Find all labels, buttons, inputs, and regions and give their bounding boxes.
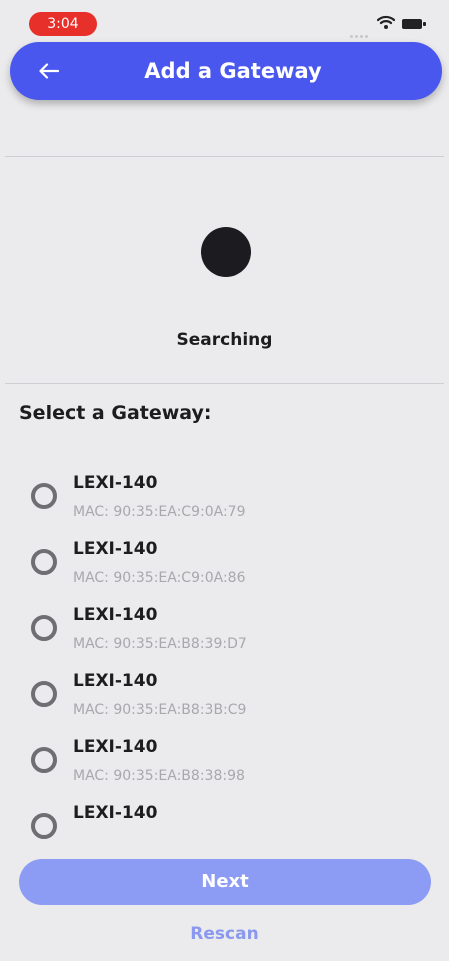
divider — [5, 383, 444, 384]
gateway-list-item[interactable]: LEXI-140 — [0, 794, 449, 842]
radio-button[interactable] — [31, 483, 57, 509]
status-bar: 3:04 — [0, 0, 449, 40]
gateway-name: LEXI-140 — [73, 473, 158, 493]
wifi-icon — [377, 15, 395, 29]
status-time: 3:04 — [29, 12, 97, 36]
radio-button[interactable] — [31, 813, 57, 839]
rescan-button[interactable]: Rescan — [0, 924, 449, 944]
gateway-name: LEXI-140 — [73, 671, 158, 691]
add-gateway-screen: 3:04 Add a Gateway Searching Select a Ga… — [0, 0, 449, 961]
next-button[interactable]: Next — [19, 859, 431, 905]
battery-icon — [402, 19, 428, 30]
gateway-mac: MAC: 90:35:EA:B8:39:D7 — [73, 636, 247, 652]
gateway-name: LEXI-140 — [73, 605, 158, 625]
gateway-list-item[interactable]: LEXI-140 MAC: 90:35:EA:B8:3B:C9 — [0, 662, 449, 728]
cellular-signal-icon — [350, 23, 372, 38]
radio-button[interactable] — [31, 549, 57, 575]
radio-button[interactable] — [31, 615, 57, 641]
gateway-mac: MAC: 90:35:EA:C9:0A:86 — [73, 570, 246, 586]
gateway-name: LEXI-140 — [73, 803, 158, 823]
section-title: Select a Gateway: — [19, 402, 212, 424]
gateway-list-item[interactable]: LEXI-140 MAC: 90:35:EA:C9:0A:79 — [0, 464, 449, 530]
gateway-name: LEXI-140 — [73, 539, 158, 559]
gateway-name: LEXI-140 — [73, 737, 158, 757]
radio-button[interactable] — [31, 681, 57, 707]
back-button[interactable] — [32, 54, 66, 88]
gateway-list-item[interactable]: LEXI-140 MAC: 90:35:EA:B8:39:D7 — [0, 596, 449, 662]
app-bar: Add a Gateway — [10, 42, 442, 100]
page-title: Add a Gateway — [144, 59, 322, 83]
gateway-list-item[interactable]: LEXI-140 MAC: 90:35:EA:C9:0A:86 — [0, 530, 449, 596]
arrow-left-icon — [39, 63, 59, 79]
gateway-mac: MAC: 90:35:EA:B8:38:98 — [73, 768, 245, 784]
gateway-list-item[interactable]: LEXI-140 MAC: 90:35:EA:B8:38:98 — [0, 728, 449, 794]
searching-spinner — [201, 227, 251, 277]
radio-button[interactable] — [31, 747, 57, 773]
divider — [5, 156, 444, 157]
gateway-list[interactable]: LEXI-140 MAC: 90:35:EA:C9:0A:79 LEXI-140… — [0, 464, 449, 842]
searching-status: Searching — [176, 330, 273, 350]
gateway-mac: MAC: 90:35:EA:B8:3B:C9 — [73, 702, 247, 718]
gateway-mac: MAC: 90:35:EA:C9:0A:79 — [73, 504, 246, 520]
